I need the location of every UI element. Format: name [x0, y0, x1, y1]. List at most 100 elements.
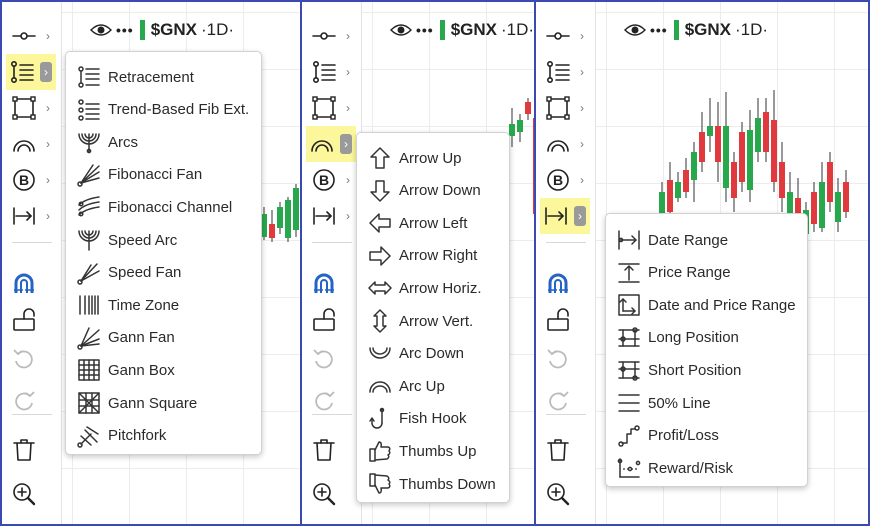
- symbol-label[interactable]: $GNX: [151, 20, 197, 40]
- toolbar-measure-button[interactable]: ›: [308, 198, 358, 234]
- toolbar-arc-button[interactable]: ›: [542, 126, 592, 162]
- menu-item-date-price-range[interactable]: Date and Price Range: [606, 290, 807, 320]
- chevron-right-icon[interactable]: ›: [342, 98, 354, 118]
- menu-item-arc-up[interactable]: Arc Up: [357, 371, 509, 401]
- menu-item-arrow-down[interactable]: Arrow Down: [357, 176, 509, 206]
- menu-item-arrow-up[interactable]: Arrow Up: [357, 143, 509, 173]
- menu-item-date-range[interactable]: Date Range: [606, 225, 807, 255]
- more-icon[interactable]: •••: [416, 22, 434, 38]
- menu-item-speed-arc[interactable]: Speed Arc: [66, 225, 261, 255]
- toolbar-redo-button[interactable]: [308, 382, 358, 418]
- toolbar-zoom-in-button[interactable]: [8, 476, 58, 512]
- toolbar-magnet-button[interactable]: [542, 266, 592, 302]
- toolbar-cursor-line-button[interactable]: ›: [8, 18, 58, 54]
- menu-item-long-position[interactable]: Long Position: [606, 323, 807, 353]
- toolbar-fibonacci-button[interactable]: ›: [308, 54, 358, 90]
- chevron-right-icon[interactable]: ›: [576, 134, 588, 154]
- chevron-right-icon[interactable]: ›: [576, 26, 588, 46]
- toolbar-trash-button[interactable]: [8, 432, 58, 468]
- chevron-right-icon[interactable]: ›: [576, 98, 588, 118]
- toolbar-unlock-button[interactable]: [8, 302, 58, 338]
- menu-item-trend-fib-ext[interactable]: Trend-Based Fib Ext.: [66, 95, 261, 125]
- toolbar-unlock-button[interactable]: [542, 302, 592, 338]
- menu-item-pitchfork[interactable]: Pitchfork: [66, 421, 261, 451]
- menu-item-arrow-left[interactable]: Arrow Left: [357, 208, 509, 238]
- chevron-right-icon[interactable]: ›: [42, 206, 54, 226]
- symbol-label[interactable]: $GNX: [685, 20, 731, 40]
- timeframe-label[interactable]: ·1D·: [201, 20, 234, 40]
- chevron-right-icon[interactable]: ›: [576, 170, 588, 190]
- toolbar-cursor-line-button[interactable]: ›: [542, 18, 592, 54]
- chevron-right-icon[interactable]: ›: [42, 170, 54, 190]
- toolbar-fibonacci-button[interactable]: ›: [6, 54, 56, 90]
- menu-item-gann-square[interactable]: Gann Square: [66, 388, 261, 418]
- toolbar-arc-button[interactable]: ›: [306, 126, 356, 162]
- chevron-right-icon[interactable]: ›: [42, 134, 54, 154]
- menu-item-label: Fibonacci Channel: [108, 198, 233, 216]
- toolbar-b-circle-button[interactable]: B ›: [542, 162, 592, 198]
- toolbar-rectangle-button[interactable]: ›: [542, 90, 592, 126]
- eye-icon[interactable]: [390, 23, 412, 37]
- toolbar-unlock-button[interactable]: [308, 302, 358, 338]
- menu-item-retracement[interactable]: Retracement: [66, 62, 261, 92]
- chevron-right-icon[interactable]: ›: [574, 206, 586, 226]
- menu-item-time-zone[interactable]: Time Zone: [66, 290, 261, 320]
- toolbar-arc-button[interactable]: ›: [8, 126, 58, 162]
- chevron-right-icon[interactable]: ›: [340, 134, 352, 154]
- menu-item-speed-fan[interactable]: Speed Fan: [66, 258, 261, 288]
- menu-item-profit-loss[interactable]: Profit/Loss: [606, 421, 807, 451]
- toolbar-measure-button[interactable]: ›: [8, 198, 58, 234]
- menu-item-arc-down[interactable]: Arc Down: [357, 339, 509, 369]
- toolbar-undo-button[interactable]: [8, 340, 58, 376]
- symbol-label[interactable]: $GNX: [451, 20, 497, 40]
- menu-item-gann-box[interactable]: Gann Box: [66, 355, 261, 385]
- toolbar-measure-button[interactable]: ›: [540, 198, 590, 234]
- menu-item-short-position[interactable]: Short Position: [606, 355, 807, 385]
- menu-item-price-range[interactable]: Price Range: [606, 258, 807, 288]
- toolbar-zoom-in-button[interactable]: [542, 476, 592, 512]
- candle-body: [739, 132, 745, 182]
- toolbar-rectangle-button[interactable]: ›: [308, 90, 358, 126]
- chevron-right-icon[interactable]: ›: [342, 62, 354, 82]
- chevron-right-icon[interactable]: ›: [342, 170, 354, 190]
- chevron-right-icon[interactable]: ›: [42, 26, 54, 46]
- menu-item-thumbs-down[interactable]: Thumbs Down: [357, 469, 509, 499]
- toolbar-trash-button[interactable]: [542, 432, 592, 468]
- eye-icon[interactable]: [90, 23, 112, 37]
- menu-item-arrow-vertical[interactable]: Arrow Vert.: [357, 306, 509, 336]
- toolbar-cursor-line-button[interactable]: ›: [308, 18, 358, 54]
- menu-item-gann-fan[interactable]: Gann Fan: [66, 323, 261, 353]
- menu-item-arrow-right[interactable]: Arrow Right: [357, 241, 509, 271]
- toolbar-undo-button[interactable]: [308, 340, 358, 376]
- menu-item-fib-channel[interactable]: Fibonacci Channel: [66, 192, 261, 222]
- toolbar-trash-button[interactable]: [308, 432, 358, 468]
- menu-item-fish-hook[interactable]: Fish Hook: [357, 404, 509, 434]
- chevron-right-icon[interactable]: ›: [40, 62, 52, 82]
- chevron-right-icon[interactable]: ›: [342, 26, 354, 46]
- toolbar-redo-button[interactable]: [8, 382, 58, 418]
- toolbar-fibonacci-button[interactable]: ›: [542, 54, 592, 90]
- menu-item-reward-risk[interactable]: Reward/Risk: [606, 453, 807, 483]
- chevron-right-icon[interactable]: ›: [42, 98, 54, 118]
- menu-item-fifty-line[interactable]: 50% Line: [606, 388, 807, 418]
- chevron-right-icon[interactable]: ›: [342, 206, 354, 226]
- menu-item-thumbs-up[interactable]: Thumbs Up: [357, 436, 509, 466]
- toolbar-rectangle-button[interactable]: ›: [8, 90, 58, 126]
- more-icon[interactable]: •••: [650, 22, 668, 38]
- toolbar-undo-button[interactable]: [542, 340, 592, 376]
- eye-icon[interactable]: [624, 23, 646, 37]
- chevron-right-icon[interactable]: ›: [576, 62, 588, 82]
- panel-shapes: › › › › B › › ••• $GNX ·1D· Arrow Up Arrow Down…: [302, 2, 534, 524]
- timeframe-label[interactable]: ·1D·: [501, 20, 534, 40]
- menu-item-fib-arcs[interactable]: Arcs: [66, 127, 261, 157]
- menu-item-fib-fan[interactable]: Fibonacci Fan: [66, 160, 261, 190]
- toolbar-magnet-button[interactable]: [8, 266, 58, 302]
- toolbar-b-circle-button[interactable]: B ›: [8, 162, 58, 198]
- toolbar-b-circle-button[interactable]: B ›: [308, 162, 358, 198]
- more-icon[interactable]: •••: [116, 22, 134, 38]
- toolbar-zoom-in-button[interactable]: [308, 476, 358, 512]
- toolbar-redo-button[interactable]: [542, 382, 592, 418]
- timeframe-label[interactable]: ·1D·: [735, 20, 768, 40]
- menu-item-arrow-horizontal[interactable]: Arrow Horiz.: [357, 273, 509, 303]
- toolbar-magnet-button[interactable]: [308, 266, 358, 302]
